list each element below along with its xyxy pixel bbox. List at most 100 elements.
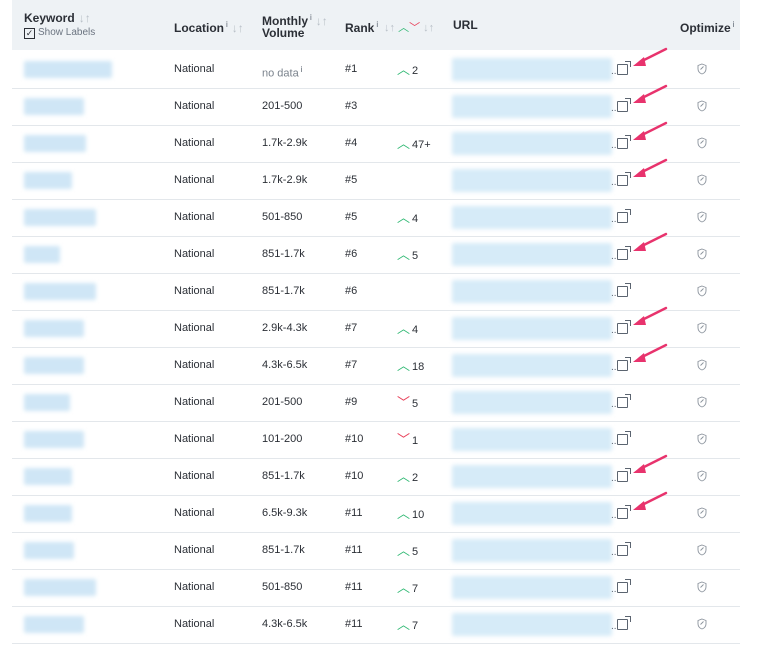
optimize-shield-icon[interactable] [697, 100, 707, 112]
keyword-blurred[interactable] [24, 616, 84, 633]
optimize-shield-icon[interactable] [697, 618, 707, 630]
rank-sort-icon[interactable]: ↓↑ [384, 22, 395, 34]
keyword-blurred[interactable] [24, 98, 84, 115]
optimize-shield-icon[interactable] [697, 470, 707, 482]
url-blurred[interactable] [452, 206, 612, 229]
location-cell: National [174, 63, 215, 75]
external-link-icon[interactable] [617, 579, 631, 593]
external-link-icon[interactable] [617, 616, 631, 630]
volume-sort-icon[interactable]: ↓↑ [316, 14, 328, 28]
external-link-icon[interactable] [617, 246, 631, 260]
rank-info-icon[interactable]: i [376, 20, 378, 29]
volume-value: 201-500 [262, 100, 303, 112]
url-blurred[interactable] [452, 317, 612, 340]
keyword-sort-icon[interactable]: ↓↑ [79, 11, 91, 25]
url-blurred[interactable] [452, 576, 612, 599]
url-blurred[interactable] [452, 132, 612, 155]
url-blurred[interactable] [452, 428, 612, 451]
url-blurred[interactable] [452, 465, 612, 488]
show-labels-label: Show Labels [38, 27, 96, 38]
rank-cell: #11 [345, 507, 363, 519]
keyword-blurred[interactable] [24, 246, 60, 263]
url-blurred[interactable] [452, 613, 612, 636]
url-ellipsis: .. [611, 140, 617, 151]
external-link-icon[interactable] [617, 172, 631, 186]
show-labels-checkbox[interactable]: ✓ Show Labels [24, 27, 95, 39]
volume-info-icon[interactable]: i [310, 13, 312, 22]
volume-info-icon[interactable]: i [301, 65, 303, 74]
rank-change-header[interactable]: ↓↑ ︿﹀ ↓↑ [384, 19, 434, 35]
external-link-icon[interactable] [617, 394, 631, 408]
keyword-blurred[interactable] [24, 283, 96, 300]
external-link-icon[interactable] [617, 283, 631, 297]
keyword-blurred[interactable] [24, 172, 72, 189]
optimize-shield-icon[interactable] [697, 174, 707, 186]
location-info-icon[interactable]: i [226, 20, 228, 29]
url-ellipsis: .. [611, 510, 617, 521]
optimize-shield-icon[interactable] [697, 544, 707, 556]
optimize-shield-icon[interactable] [697, 211, 707, 223]
keyword-blurred[interactable] [24, 61, 112, 78]
external-link-icon[interactable] [617, 320, 631, 334]
optimize-shield-icon[interactable] [697, 285, 707, 297]
location-header-label: Location [174, 21, 224, 35]
optimize-shield-icon[interactable] [697, 137, 707, 149]
rank-change-value: 47+ [412, 139, 431, 151]
checkbox-checked-icon[interactable]: ✓ [24, 28, 35, 39]
rank-cell: #1 [345, 63, 358, 75]
keyword-blurred[interactable] [24, 320, 84, 337]
optimize-info-icon[interactable]: i [733, 20, 735, 29]
rank-column-header[interactable]: Rank i [345, 19, 378, 34]
url-blurred[interactable] [452, 539, 612, 562]
optimize-shield-icon[interactable] [697, 581, 707, 593]
rank-change-value: 2 [412, 472, 419, 484]
optimize-shield-icon[interactable] [697, 396, 707, 408]
keyword-blurred[interactable] [24, 135, 86, 152]
optimize-column-header: Optimize i [680, 19, 734, 34]
keyword-blurred[interactable] [24, 357, 84, 374]
keyword-column-header[interactable]: Keyword ↓↑ [24, 12, 91, 24]
location-column-header[interactable]: Location i ↓↑ [174, 19, 244, 34]
url-blurred[interactable] [452, 243, 612, 266]
url-blurred[interactable] [452, 391, 612, 414]
optimize-shield-icon[interactable] [697, 507, 707, 519]
change-sort-icon[interactable]: ↓↑ [423, 22, 434, 34]
volume-value: 501-850 [262, 581, 303, 593]
keyword-blurred[interactable] [24, 431, 84, 448]
url-blurred[interactable] [452, 280, 612, 303]
optimize-shield-icon[interactable] [697, 433, 707, 445]
external-link-icon[interactable] [617, 357, 631, 371]
optimize-shield-icon[interactable] [697, 322, 707, 334]
keyword-blurred[interactable] [24, 542, 74, 559]
keyword-blurred[interactable] [24, 394, 70, 411]
location-sort-icon[interactable]: ↓↑ [232, 21, 244, 35]
rank-cell: #9 [345, 396, 358, 408]
volume-column-header[interactable]: Monthly i ↓↑ Volume [262, 12, 328, 39]
external-link-icon[interactable] [617, 209, 631, 223]
external-link-icon[interactable] [617, 468, 631, 482]
optimize-shield-icon[interactable] [697, 63, 707, 75]
optimize-shield-icon[interactable] [697, 248, 707, 260]
external-link-icon[interactable] [617, 505, 631, 519]
keyword-blurred[interactable] [24, 505, 72, 522]
volume-cell: 851-1.7k [262, 532, 305, 569]
external-link-icon[interactable] [617, 98, 631, 112]
url-blurred[interactable] [452, 95, 612, 118]
optimize-shield-icon[interactable] [697, 359, 707, 371]
volume-cell: 101-200 [262, 421, 302, 458]
external-link-icon[interactable] [617, 135, 631, 149]
external-link-icon[interactable] [617, 61, 631, 75]
external-link-icon[interactable] [617, 431, 631, 445]
url-blurred[interactable] [452, 58, 612, 81]
url-blurred[interactable] [452, 354, 612, 377]
url-blurred[interactable] [452, 502, 612, 525]
url-ellipsis: .. [611, 103, 617, 114]
external-link-icon[interactable] [617, 542, 631, 556]
url-blurred[interactable] [452, 169, 612, 192]
keyword-blurred[interactable] [24, 209, 96, 226]
location-cell: National [174, 396, 215, 408]
keyword-blurred[interactable] [24, 468, 72, 485]
keyword-blurred[interactable] [24, 579, 96, 596]
url-ellipsis: .. [611, 362, 617, 373]
rank-change-cell: ︿ 2 [397, 51, 418, 88]
